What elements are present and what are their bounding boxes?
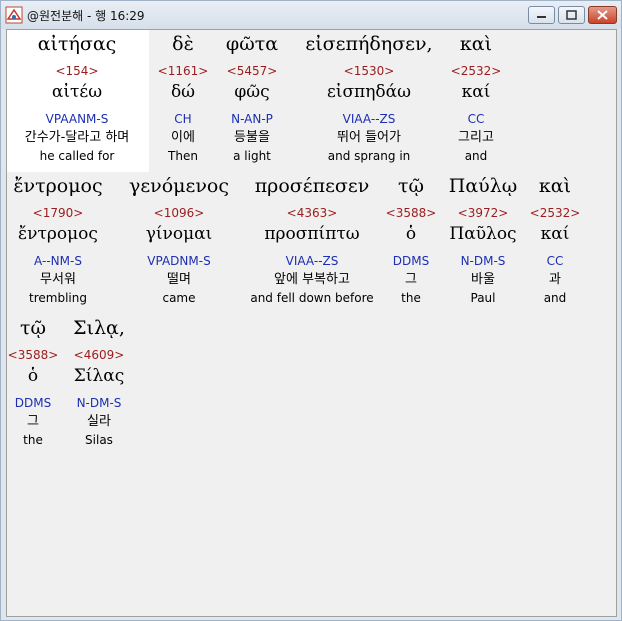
english-gloss: and: [543, 291, 567, 305]
morph-code: VPADNM-S: [147, 254, 211, 268]
morph-code: CC: [467, 112, 485, 126]
interlinear-word[interactable]: καὶ <2532> καί CC 그리고 and: [401, 30, 551, 170]
greek-word: γενόμενος: [128, 175, 229, 197]
interlinear-word[interactable]: γενόμενος <1096> γίνομαι VPADNM-S 떨며 came: [104, 172, 254, 312]
korean-gloss: 실라: [87, 414, 111, 429]
strong-number: <2532>: [450, 64, 502, 78]
korean-gloss: 과: [549, 272, 561, 287]
morph-code: CC: [546, 254, 564, 268]
maximize-button[interactable]: [558, 6, 585, 24]
interlinear-content[interactable]: αἰτήσας <154> αἰτέω VPAANM-S 간수가-달라고 하며 he ca…: [6, 29, 617, 617]
greek-word: καὶ: [538, 175, 572, 197]
korean-gloss: 떨며: [167, 272, 191, 287]
interlinear-word[interactable]: καὶ <2532> καί CC 과 and: [480, 172, 616, 312]
greek-word: Σιλᾳ,: [73, 317, 125, 339]
interlinear-word[interactable]: Σιλᾳ, <4609> Σίλας N-DM-S 실라 Silas: [24, 314, 174, 454]
lemma-word: καί: [461, 82, 491, 102]
minimize-icon: [537, 16, 546, 18]
close-icon: [597, 10, 608, 20]
maximize-icon: [566, 10, 577, 20]
close-button[interactable]: [588, 6, 617, 24]
minimize-button[interactable]: [528, 6, 555, 24]
strong-number: <4609>: [73, 348, 125, 362]
app-logo-icon: [5, 6, 23, 24]
korean-gloss: 그리고: [458, 130, 494, 145]
strong-number: <2532>: [529, 206, 581, 220]
lemma-word: Σίλας: [73, 366, 125, 386]
app-window: @원전분해 - 행 16:29 αἰτήσας <154> αἰτέω VPAANM-…: [0, 0, 622, 621]
english-gloss: came: [162, 291, 196, 305]
english-gloss: Silas: [85, 433, 113, 447]
morph-code: N-DM-S: [76, 396, 122, 410]
greek-word: καὶ: [459, 33, 493, 55]
window-title: @원전분해 - 행 16:29: [27, 9, 145, 23]
strong-number: <1096>: [153, 206, 205, 220]
english-gloss: and: [464, 149, 488, 163]
title-bar[interactable]: @원전분해 - 행 16:29: [1, 1, 621, 29]
lemma-word: καί: [540, 224, 570, 244]
lemma-word: γίνομαι: [145, 224, 213, 244]
